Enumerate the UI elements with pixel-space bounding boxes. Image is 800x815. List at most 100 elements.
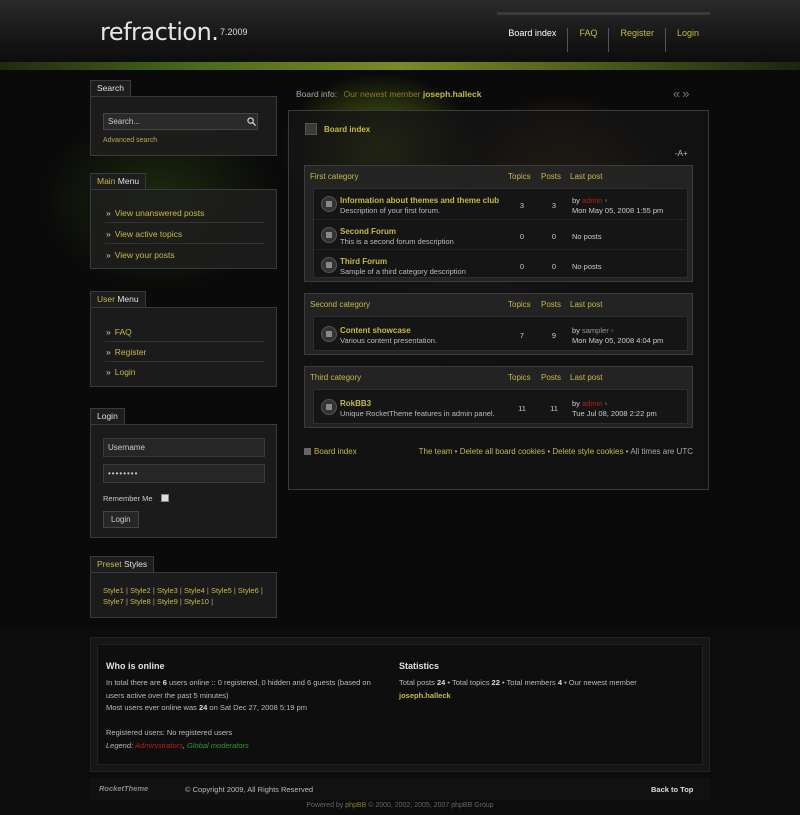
top-navigation: Board index FAQ Register Login: [497, 12, 710, 52]
menu-item-active-topics[interactable]: » View active topics: [105, 226, 265, 244]
last-post-user[interactable]: sampler: [582, 326, 609, 335]
menu-item-label: View unanswered posts: [114, 208, 205, 218]
forum-description: Unique RocketTheme features in admin pan…: [340, 409, 495, 418]
footer-board-index[interactable]: Board index: [304, 447, 357, 456]
rockettheme-logo[interactable]: RocketTheme: [99, 784, 148, 793]
category-block: First category Topics Posts Last post In…: [304, 165, 693, 282]
forum-title[interactable]: Third Forum: [340, 257, 387, 266]
view-latest-post-icon[interactable]: ▫: [605, 196, 608, 205]
search-tab: Search: [90, 80, 131, 96]
phpbb-link[interactable]: phpBB: [345, 802, 366, 809]
menu-item-login[interactable]: » Login: [105, 364, 265, 382]
team-link[interactable]: The team: [419, 447, 453, 456]
menu-item-faq[interactable]: » FAQ: [105, 324, 265, 342]
style-link[interactable]: Style1: [103, 586, 124, 595]
back-to-top-link[interactable]: Back to Top: [651, 785, 693, 794]
newest-member-link[interactable]: joseph.halleck: [399, 691, 451, 700]
username-field[interactable]: Username: [103, 438, 265, 457]
stats-text: • Total members: [499, 678, 558, 687]
main-menu-tab-suffix: Menu: [115, 176, 140, 186]
raquo-icon: »: [106, 347, 111, 357]
forum-last-post: No posts: [572, 232, 602, 241]
login-panel: Username •••••••• Remember Me Login: [90, 424, 277, 538]
forum-topics: 0: [519, 262, 525, 271]
menu-item-register[interactable]: » Register: [105, 344, 265, 362]
advanced-search-link[interactable]: Advanced search: [103, 137, 157, 144]
style-link[interactable]: Style8: [130, 597, 151, 606]
remember-me-checkbox[interactable]: [161, 494, 169, 502]
style-links: Style1 | Style2 | Style3 | Style4 | Styl…: [103, 586, 263, 606]
search-input[interactable]: Search...: [103, 113, 258, 130]
forum-title[interactable]: Second Forum: [340, 227, 396, 236]
style-link[interactable]: Style5: [211, 586, 232, 595]
login-button[interactable]: Login: [103, 511, 139, 528]
copyright: © Copyright 2009, All Rights Reserved: [185, 785, 314, 794]
forum-posts: 3: [551, 201, 557, 210]
who-is-online-title: Who is online: [106, 661, 165, 671]
powered-text: © 2000, 2002, 2005, 2007 phpBB Group: [366, 802, 494, 809]
style-link[interactable]: Style10: [184, 597, 209, 606]
user-menu-tab-prefix: User: [97, 294, 115, 304]
menu-item-unanswered[interactable]: » View unanswered posts: [105, 205, 265, 223]
legend-administrators: Administrators: [134, 741, 183, 750]
footer-right-links: The team • Delete all board cookies • De…: [419, 447, 693, 456]
forum-read-icon: [321, 399, 337, 415]
last-post-user[interactable]: admin: [582, 196, 602, 205]
forum-posts: 9: [551, 331, 557, 340]
newest-member-link[interactable]: joseph.halleck: [423, 89, 482, 99]
style-link[interactable]: Style2: [130, 586, 151, 595]
nav-register[interactable]: Register: [608, 28, 665, 52]
delete-style-cookies-link[interactable]: Delete style cookies: [552, 447, 623, 456]
style-link[interactable]: Style6: [238, 586, 259, 595]
breadcrumb[interactable]: Board index: [324, 125, 370, 134]
last-post-date: Mon May 05, 2008 4:04 pm: [572, 336, 664, 345]
forum-read-icon: [321, 227, 337, 243]
stats-text: Total posts: [399, 678, 437, 687]
menu-item-label: Register: [114, 347, 147, 357]
view-latest-post-icon[interactable]: ▫: [605, 399, 608, 408]
legend-global-moderators: Global moderators: [187, 741, 249, 750]
online-text: In total there are: [106, 678, 163, 687]
style-link[interactable]: Style7: [103, 597, 124, 606]
forum-title[interactable]: RokBB3: [340, 399, 371, 408]
search-icon[interactable]: [247, 117, 256, 126]
home-icon[interactable]: [305, 123, 317, 135]
login-tab: Login: [90, 408, 125, 424]
nav-login[interactable]: Login: [664, 28, 710, 52]
site-logo[interactable]: refraction.: [100, 18, 219, 46]
main-menu-tab-prefix: Main: [97, 176, 116, 186]
nav-faq[interactable]: FAQ: [567, 28, 608, 52]
category-title[interactable]: First category: [310, 172, 358, 181]
style-link[interactable]: Style3: [157, 586, 178, 595]
category-title[interactable]: Third category: [310, 373, 361, 382]
font-size-toggle[interactable]: -A+: [675, 149, 688, 158]
online-text: users online :: 0 registered, 0 hidden a…: [166, 678, 371, 687]
forum-read-icon: [321, 326, 337, 342]
category-title[interactable]: Second category: [310, 300, 370, 309]
who-is-online-text: In total there are 6 users online :: 0 r…: [106, 677, 396, 715]
style-link[interactable]: Style4: [184, 586, 205, 595]
view-latest-post-icon[interactable]: ▫: [611, 326, 614, 335]
col-topics: Topics: [508, 300, 531, 309]
last-post-user[interactable]: admin: [582, 399, 602, 408]
menu-item-label: View your posts: [114, 250, 175, 260]
col-posts: Posts: [541, 172, 562, 181]
forum-row: Content showcase Various content present…: [314, 319, 689, 349]
menu-item-your-posts[interactable]: » View your posts: [105, 247, 265, 265]
forum-last-post: No posts: [572, 262, 602, 271]
forum-title[interactable]: Content showcase: [340, 326, 411, 335]
style-link[interactable]: Style9: [157, 597, 178, 606]
forum-read-icon: [321, 196, 337, 212]
delete-cookies-link[interactable]: Delete all board cookies: [460, 447, 545, 456]
last-post-by: by: [572, 196, 580, 205]
raquo-icon: »: [106, 229, 111, 239]
nav-board-index[interactable]: Board index: [497, 28, 567, 52]
password-field[interactable]: ••••••••: [103, 464, 265, 483]
online-text: users active over the past 5 minutes): [106, 690, 229, 700]
statistics-text: Total posts 24 • Total topics 22 • Total…: [399, 677, 699, 702]
forum-title[interactable]: Information about themes and theme club: [340, 196, 499, 205]
menu-item-label: Login: [114, 367, 136, 377]
statistics-title: Statistics: [399, 661, 440, 671]
info-scroll-arrows-icon[interactable]: «»: [673, 86, 691, 101]
forum-posts: 11: [550, 404, 558, 413]
